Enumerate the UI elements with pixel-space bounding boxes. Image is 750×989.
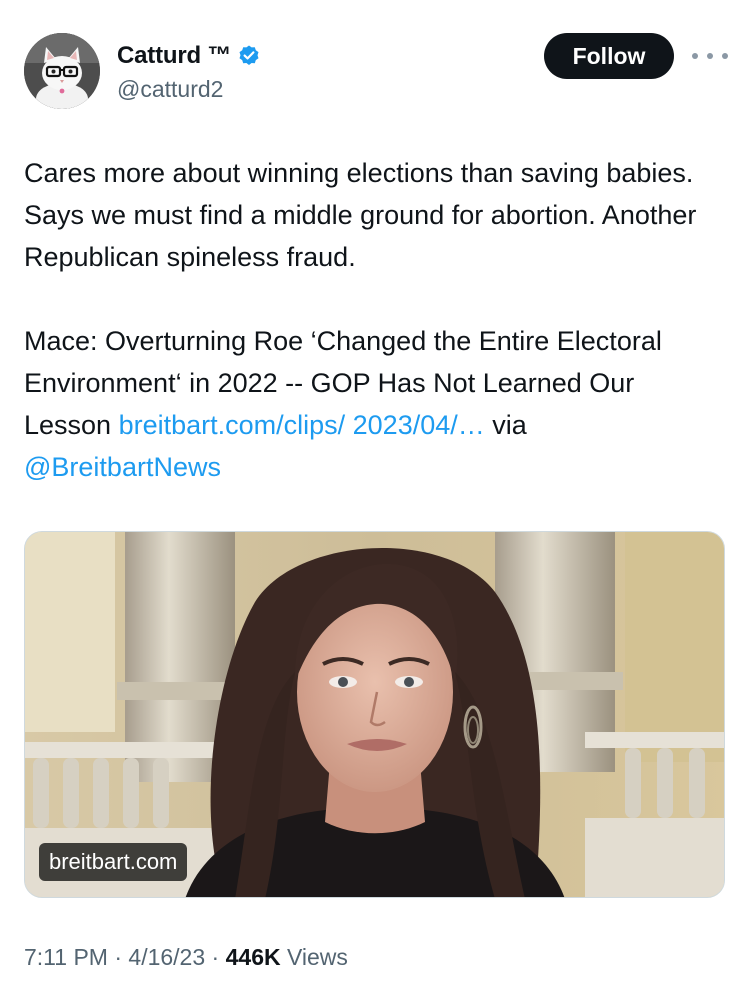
follow-button[interactable]: Follow xyxy=(544,33,674,79)
author-handle[interactable]: @catturd2 xyxy=(117,76,223,103)
tweet-time[interactable]: 7:11 PM xyxy=(24,944,108,971)
more-dot xyxy=(707,53,713,59)
article-link[interactable]: breitbart.com/clips/ 2023/04/… xyxy=(119,410,485,440)
mention-link[interactable]: @BreitbartNews xyxy=(24,452,221,482)
tweet-date[interactable]: 4/16/23 xyxy=(128,944,205,971)
author-name-row[interactable]: Catturd ™ xyxy=(117,40,261,72)
more-dot xyxy=(722,53,728,59)
more-dot xyxy=(692,53,698,59)
meta-separator: · xyxy=(205,944,226,970)
verified-badge-icon xyxy=(237,44,261,68)
author-display-name[interactable]: Catturd ™ xyxy=(117,42,231,70)
views-label: Views xyxy=(280,944,348,970)
avatar[interactable] xyxy=(24,33,100,109)
views-count[interactable]: 446K xyxy=(226,944,281,971)
media-preview[interactable]: breitbart.com xyxy=(24,531,725,898)
tweet-meta: 7:11 PM · 4/16/23 · 446K Views xyxy=(24,944,348,971)
tweet-paragraph-2: Mace: Overturning Roe ‘Changed the Entir… xyxy=(24,320,714,488)
more-options-icon[interactable] xyxy=(692,44,728,68)
via-text: via xyxy=(484,410,527,440)
meta-separator: · xyxy=(107,944,129,970)
media-source-badge: breitbart.com xyxy=(39,843,188,881)
tweet-text: Cares more about winning elections than … xyxy=(24,152,714,488)
tweet-paragraph-1: Cares more about winning elections than … xyxy=(24,158,697,272)
tweet-card: Catturd ™ @catturd2 Follow Cares more ab… xyxy=(0,0,750,989)
cat-avatar-icon xyxy=(24,33,100,109)
